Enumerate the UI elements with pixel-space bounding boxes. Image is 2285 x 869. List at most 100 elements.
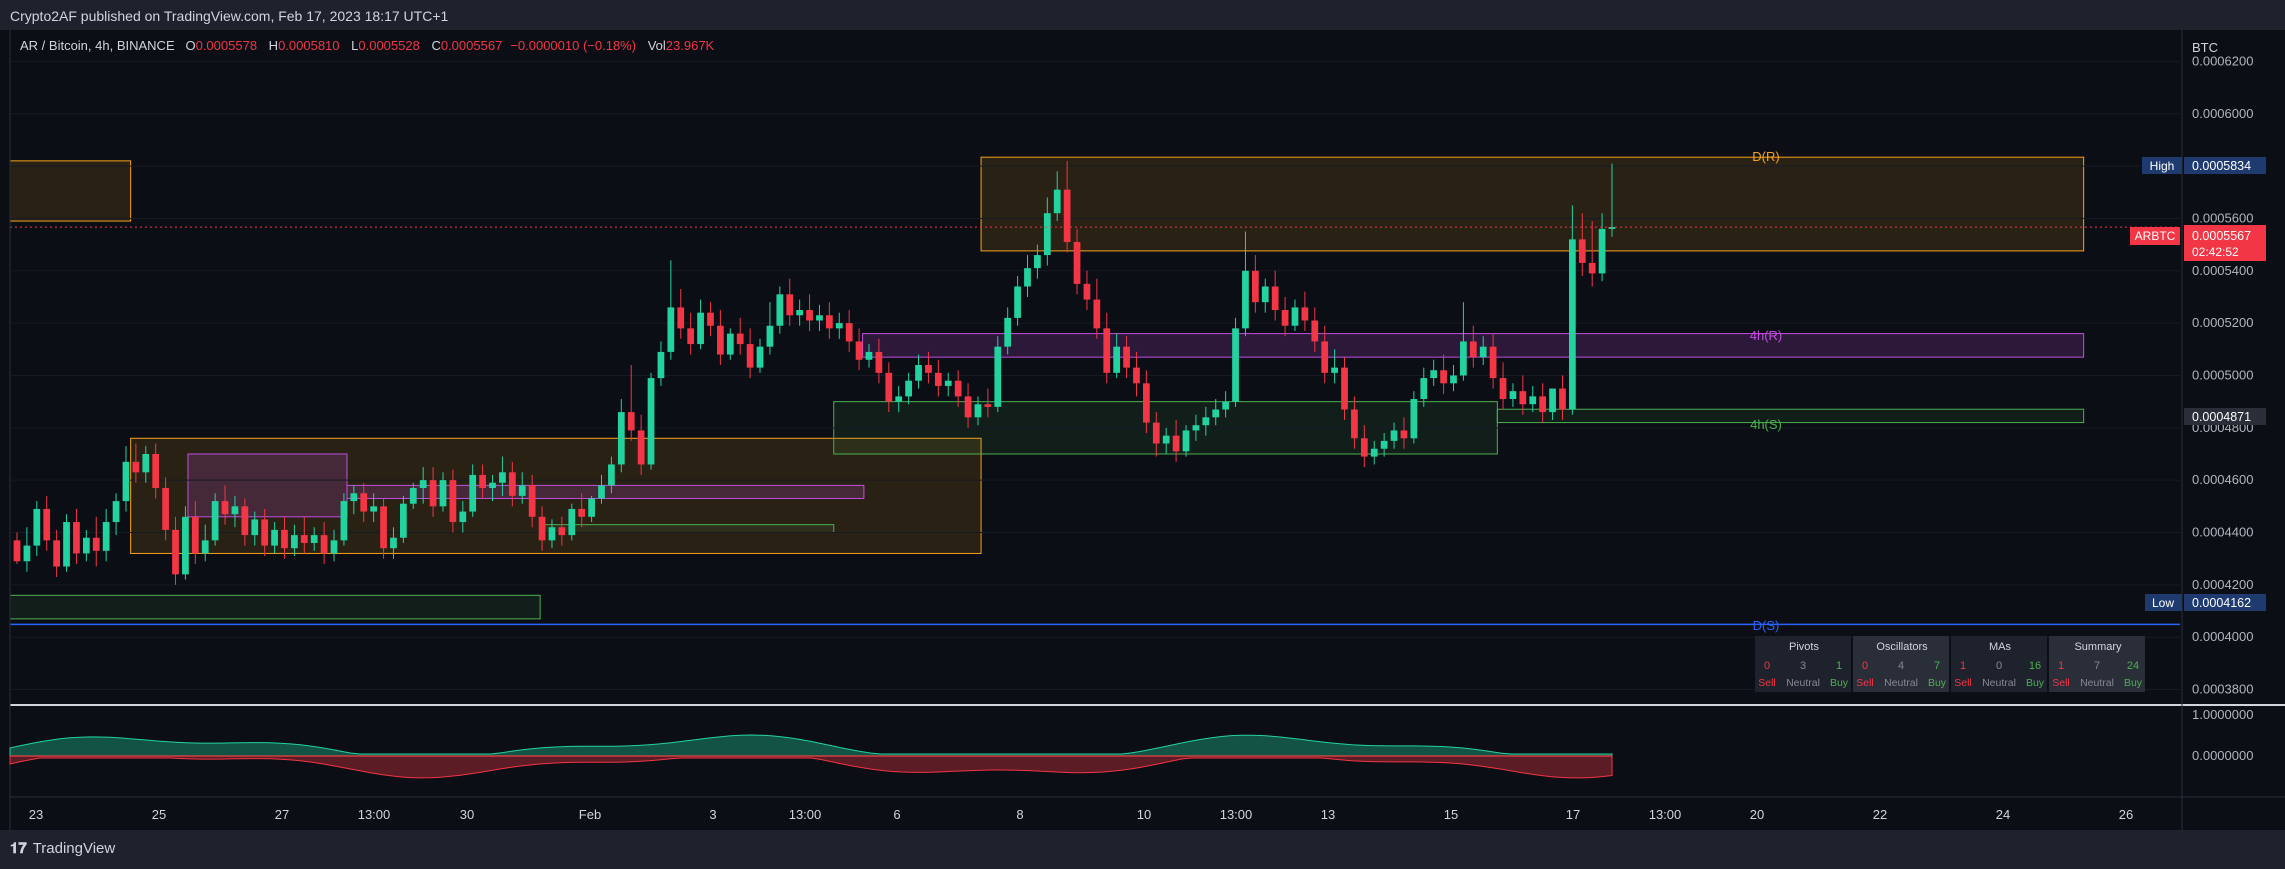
candle-110 bbox=[1103, 328, 1111, 373]
y-tick-8: 0.0004600 bbox=[2192, 472, 2253, 487]
candle-89 bbox=[895, 396, 903, 402]
candle-48 bbox=[489, 482, 496, 489]
candle-131 bbox=[1311, 320, 1319, 342]
osc-tick-0: 1.0000000 bbox=[2192, 707, 2253, 722]
countdown-tag: 02:42:52 bbox=[2192, 245, 2239, 259]
zone-label-4hr: 4h(R) bbox=[1750, 328, 1783, 343]
candle-1 bbox=[23, 545, 31, 562]
chart-canvas[interactable]: D(R) 4h(R) 4h(S) D(S) 1.0000000 0.0000000… bbox=[0, 0, 2285, 869]
zone-label-ds: D(S) bbox=[1753, 618, 1780, 633]
table-value-1-0: 0 bbox=[1862, 660, 1868, 672]
candle-158 bbox=[1578, 239, 1586, 263]
low-value: 0.0005528 bbox=[358, 38, 420, 53]
tradingview-logo-icon: 𝟏𝟕 bbox=[10, 840, 27, 857]
candle-53 bbox=[538, 516, 546, 541]
candle-32 bbox=[330, 540, 338, 554]
candle-80 bbox=[806, 310, 813, 321]
candle-65 bbox=[657, 351, 665, 379]
x-tick-12: 13 bbox=[1321, 807, 1335, 822]
table-label-3-0: Sell bbox=[2052, 677, 2070, 689]
candle-8 bbox=[92, 537, 100, 551]
zone-label-dr: D(R) bbox=[1752, 149, 1779, 164]
candle-84 bbox=[845, 323, 853, 342]
table-value-0-1: 3 bbox=[1800, 660, 1806, 672]
candle-146 bbox=[1460, 341, 1467, 376]
candle-73 bbox=[736, 333, 744, 345]
table-label-2-1: Neutral bbox=[1982, 677, 2016, 689]
candle-79 bbox=[796, 310, 804, 316]
candle-35 bbox=[360, 493, 368, 512]
candle-136 bbox=[1360, 438, 1368, 457]
open-label: O bbox=[185, 38, 196, 53]
table-value-2-0: 1 bbox=[1960, 660, 1966, 672]
y-tick-12: 0.0003800 bbox=[2192, 682, 2253, 697]
candle-150 bbox=[1499, 378, 1507, 400]
table-value-1-1: 4 bbox=[1898, 660, 1904, 672]
osc-upper-wave bbox=[9, 734, 1613, 757]
x-tick-2: 27 bbox=[275, 807, 289, 822]
candle-140 bbox=[1400, 430, 1408, 439]
candle-91 bbox=[915, 365, 922, 381]
candle-22 bbox=[231, 506, 239, 515]
candle-34 bbox=[350, 493, 358, 502]
open-value: 0.0005578 bbox=[195, 38, 258, 53]
table-title-1: Oscillators bbox=[1876, 641, 1928, 653]
candle-148 bbox=[1479, 346, 1487, 358]
candle-5 bbox=[63, 522, 70, 567]
small-green-zone bbox=[539, 524, 835, 533]
candle-27 bbox=[281, 529, 288, 549]
high-value: 0.0005810 bbox=[278, 38, 340, 53]
symbol-title[interactable]: AR / Bitcoin, 4h, BINANCE bbox=[20, 38, 175, 53]
candle-137 bbox=[1370, 448, 1378, 457]
candle-67 bbox=[677, 307, 685, 329]
candle-119 bbox=[1192, 425, 1200, 431]
zone-label-4hs: 4h(S) bbox=[1750, 417, 1782, 432]
candle-58 bbox=[588, 498, 595, 517]
low-tag-label: Low bbox=[2152, 596, 2174, 610]
candle-88 bbox=[885, 372, 893, 402]
candle-95 bbox=[954, 380, 962, 397]
table-label-3-2: Buy bbox=[2124, 677, 2143, 689]
candle-120 bbox=[1202, 417, 1210, 426]
x-tick-15: 13:00 bbox=[1649, 807, 1682, 822]
candle-102 bbox=[1024, 268, 1031, 287]
table-value-0-2: 1 bbox=[1836, 660, 1842, 672]
vol-label: Vol bbox=[647, 38, 666, 53]
candle-51 bbox=[518, 485, 526, 496]
candle-128 bbox=[1281, 310, 1289, 326]
candle-152 bbox=[1519, 391, 1527, 405]
candle-74 bbox=[746, 344, 754, 368]
candle-129 bbox=[1291, 307, 1299, 326]
candle-97 bbox=[974, 404, 982, 418]
candle-0 bbox=[13, 540, 21, 562]
tradingview-brand[interactable]: 𝟏𝟕 TradingView bbox=[10, 840, 115, 857]
candle-44 bbox=[449, 480, 457, 523]
candle-151 bbox=[1509, 391, 1517, 400]
candle-28 bbox=[291, 535, 298, 549]
table-label-1-1: Neutral bbox=[1884, 677, 1918, 689]
candle-38 bbox=[390, 537, 397, 549]
candle-75 bbox=[756, 346, 764, 368]
candle-112 bbox=[1123, 346, 1130, 368]
x-tick-9: 8 bbox=[1016, 807, 1023, 822]
candle-85 bbox=[855, 341, 863, 360]
candle-90 bbox=[905, 380, 912, 397]
y-tick-11: 0.0004000 bbox=[2192, 629, 2253, 644]
last-price-tag: 0.0005567 bbox=[2192, 229, 2251, 243]
candle-141 bbox=[1410, 399, 1418, 439]
candle-40 bbox=[409, 488, 417, 504]
table-title-2: MAs bbox=[1989, 641, 2012, 653]
x-tick-17: 22 bbox=[1873, 807, 1887, 822]
candle-72 bbox=[726, 333, 734, 355]
table-value-1-2: 7 bbox=[1934, 660, 1940, 672]
candle-61 bbox=[617, 412, 625, 465]
h4s-zone bbox=[1496, 408, 2085, 424]
candle-111 bbox=[1113, 346, 1121, 373]
candle-52 bbox=[528, 485, 536, 517]
candle-114 bbox=[1143, 383, 1150, 423]
candle-123 bbox=[1232, 328, 1239, 402]
x-tick-3: 13:00 bbox=[358, 807, 391, 822]
candle-78 bbox=[786, 294, 794, 316]
y-tick-1: 0.0006000 bbox=[2192, 106, 2253, 121]
candle-30 bbox=[310, 535, 318, 543]
